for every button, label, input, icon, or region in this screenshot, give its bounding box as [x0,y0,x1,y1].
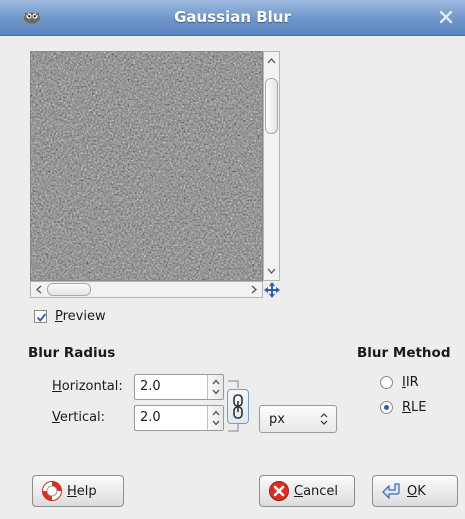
scroll-left-arrow-icon[interactable] [31,282,47,297]
preview-horizontal-scrollbar[interactable] [30,281,263,298]
dialog-body: Preview Blur Radius Blur Method Horizont… [0,36,465,519]
unit-selector[interactable]: px [259,405,337,433]
ok-button[interactable]: OK [372,475,458,507]
unit-value: px [269,412,285,427]
navigate-move-icon[interactable] [263,281,281,299]
vertical-radius-value[interactable]: 2.0 [140,410,161,425]
help-button[interactable]: Help [32,475,124,507]
blur-radius-heading: Blur Radius [28,345,116,361]
preview-label: Preview [55,308,106,324]
close-icon[interactable] [437,8,455,26]
preview-noise-image [31,52,262,280]
horizontal-radius-spinbox[interactable]: 2.0 [134,374,224,400]
chevron-up-down-icon [320,413,328,425]
chain-link-button[interactable] [227,389,249,424]
horizontal-scroll-thumb[interactable] [47,283,91,296]
method-option-rle[interactable]: RLE [380,400,427,415]
rle-radio[interactable] [380,401,393,414]
preview-area[interactable] [30,51,263,281]
window-title: Gaussian Blur [174,8,291,26]
preview-vertical-scrollbar[interactable] [263,51,280,281]
blur-method-heading: Blur Method [357,345,451,361]
ok-label: OK [407,483,426,499]
method-option-iir[interactable]: IIR [380,375,419,390]
preview-toggle[interactable]: Preview [34,307,106,325]
horizontal-label: Horizontal: [52,379,123,394]
iir-radio[interactable] [380,376,393,389]
preview-checkbox[interactable] [34,309,47,323]
cancel-label: Cancel [294,483,339,499]
vertical-radius-spinbox[interactable]: 2.0 [134,405,224,431]
cancel-icon [269,481,289,501]
horizontal-radius-value[interactable]: 2.0 [140,379,161,394]
help-label: Help [67,483,97,499]
lifebuoy-icon [42,481,62,501]
vertical-scroll-thumb[interactable] [265,78,278,134]
cancel-button[interactable]: Cancel [259,475,355,507]
rle-label: RLE [402,400,427,415]
iir-label: IIR [402,375,419,390]
chain-link-icon [233,394,243,419]
title-bar[interactable]: Gaussian Blur [0,0,465,36]
spin-up-down-icon[interactable] [208,406,224,430]
spin-up-down-icon[interactable] [208,375,224,399]
scroll-down-arrow-icon[interactable] [264,262,279,280]
ok-arrow-icon [382,483,400,499]
vertical-label: Vertical: [52,410,106,425]
horizontal-spin-arrows[interactable] [207,375,223,399]
scroll-right-arrow-icon[interactable] [246,282,262,297]
vertical-spin-arrows[interactable] [207,406,223,430]
scroll-up-arrow-icon[interactable] [264,52,279,70]
